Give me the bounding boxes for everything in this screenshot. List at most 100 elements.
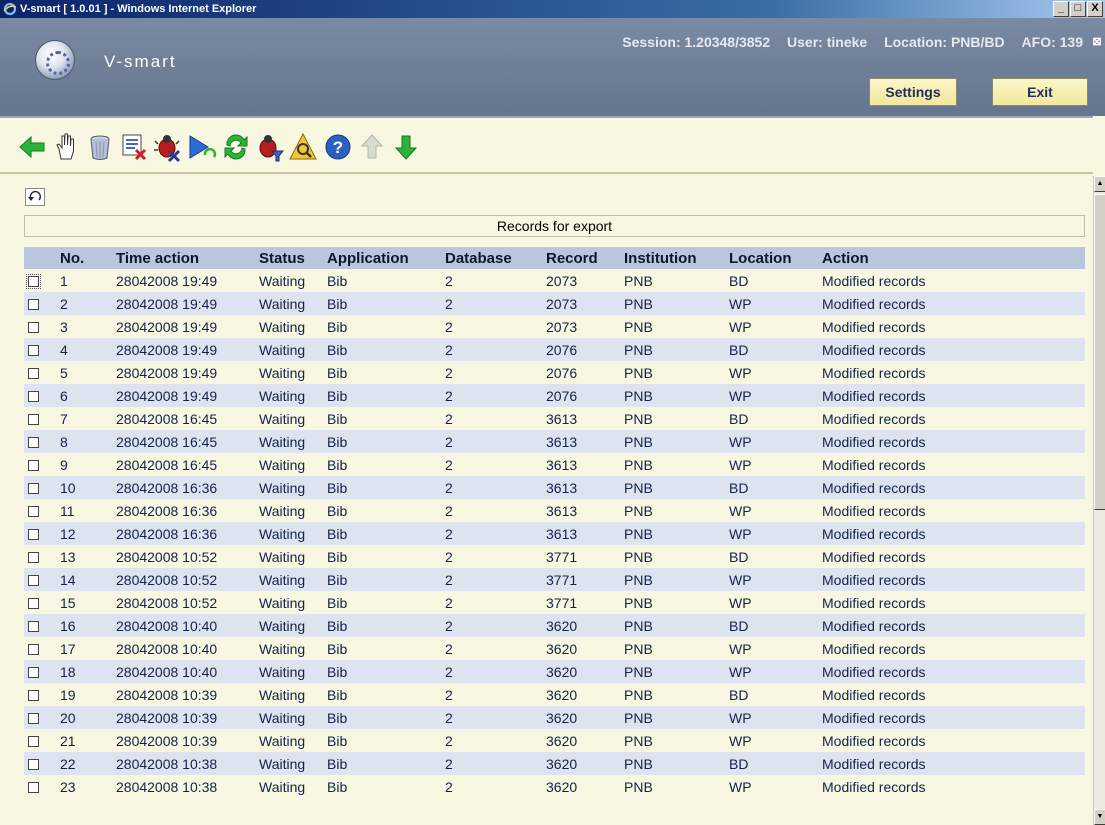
play-refresh-icon[interactable] — [187, 131, 217, 163]
row-checkbox[interactable] — [28, 575, 39, 587]
table-row[interactable]: 8 28042008 16:45 Waiting Bib 2 3613 PNB WP Modif… — [24, 430, 1085, 453]
row-status: Waiting — [255, 315, 323, 338]
table-row[interactable]: 18 28042008 10:40 Waiting Bib 2 3620 PNB WP Modi… — [24, 660, 1085, 683]
row-application: Bib — [323, 315, 441, 338]
row-record: 3771 — [542, 568, 620, 591]
row-checkbox[interactable] — [28, 759, 39, 771]
bug-delete-icon[interactable] — [153, 131, 183, 163]
table-row[interactable]: 19 28042008 10:39 Waiting Bib 2 3620 PNB BD Modi… — [24, 683, 1085, 706]
row-checkbox[interactable] — [28, 391, 39, 403]
row-checkbox[interactable] — [28, 483, 39, 495]
table-row[interactable]: 6 28042008 19:49 Waiting Bib 2 2076 PNB WP Modif… — [24, 384, 1085, 407]
exit-button[interactable]: Exit — [992, 78, 1088, 106]
table-row[interactable]: 11 28042008 16:36 Waiting Bib 2 3613 PNB WP Modi… — [24, 499, 1085, 522]
table-row[interactable]: 2 28042008 19:49 Waiting Bib 2 2073 PNB WP Modif… — [24, 292, 1085, 315]
table-row[interactable]: 13 28042008 10:52 Waiting Bib 2 3771 PNB BD Modi… — [24, 545, 1085, 568]
toolbar-icons: ? — [17, 131, 447, 169]
row-status: Waiting — [255, 269, 323, 292]
back-arrow-icon[interactable] — [17, 131, 47, 163]
row-location: BD — [725, 338, 818, 361]
row-checkbox[interactable] — [28, 736, 39, 748]
bug-filter-icon[interactable] — [255, 131, 285, 163]
row-select-cell — [24, 637, 56, 660]
table-row[interactable]: 15 28042008 10:52 Waiting Bib 2 3771 PNB WP Modi… — [24, 591, 1085, 614]
table-row[interactable]: 4 28042008 19:49 Waiting Bib 2 2076 PNB BD Modif… — [24, 338, 1085, 361]
row-institution: PNB — [620, 729, 725, 752]
undo-button[interactable] — [25, 188, 45, 206]
table-row[interactable]: 9 28042008 16:45 Waiting Bib 2 3613 PNB WP Modif… — [24, 453, 1085, 476]
row-checkbox[interactable] — [28, 299, 39, 311]
hand-select-icon[interactable] — [51, 131, 81, 163]
row-checkbox[interactable] — [28, 345, 39, 357]
scroll-thumb[interactable] — [1094, 194, 1105, 510]
row-checkbox[interactable] — [28, 506, 39, 518]
scroll-down-icon[interactable]: ▼ — [1094, 809, 1105, 825]
refresh-icon[interactable] — [221, 131, 251, 163]
row-action: Modified records — [818, 545, 1085, 568]
table-row[interactable]: 17 28042008 10:40 Waiting Bib 2 3620 PNB WP Modi… — [24, 637, 1085, 660]
up-arrow-icon[interactable] — [357, 131, 387, 163]
row-database: 2 — [441, 315, 542, 338]
table-row[interactable]: 3 28042008 19:49 Waiting Bib 2 2073 PNB WP Modif… — [24, 315, 1085, 338]
row-checkbox[interactable] — [28, 437, 39, 449]
row-institution: PNB — [620, 315, 725, 338]
row-time: 28042008 16:45 — [112, 407, 255, 430]
row-checkbox[interactable] — [28, 322, 39, 334]
search-warning-icon[interactable] — [289, 131, 319, 163]
row-time: 28042008 10:39 — [112, 683, 255, 706]
row-select-cell — [24, 499, 56, 522]
maximize-button[interactable]: □ — [1070, 1, 1086, 17]
minimize-button[interactable]: _ — [1053, 1, 1069, 17]
row-checkbox[interactable] — [28, 644, 39, 656]
row-no: 5 — [56, 361, 112, 384]
row-select-cell — [24, 522, 56, 545]
table-row[interactable]: 14 28042008 10:52 Waiting Bib 2 3771 PNB WP Modi… — [24, 568, 1085, 591]
down-arrow-icon[interactable] — [391, 131, 421, 163]
row-time: 28042008 16:36 — [112, 522, 255, 545]
scroll-up-icon[interactable]: ▲ — [1094, 176, 1105, 192]
delete-list-icon[interactable] — [119, 131, 149, 163]
row-no: 3 — [56, 315, 112, 338]
table-row[interactable]: 23 28042008 10:38 Waiting Bib 2 3620 PNB WP Modi… — [24, 775, 1085, 798]
row-checkbox[interactable] — [28, 598, 39, 610]
row-database: 2 — [441, 660, 542, 683]
settings-button[interactable]: Settings — [869, 78, 957, 106]
close-window-button[interactable]: X — [1087, 1, 1103, 17]
table-row[interactable]: 16 28042008 10:40 Waiting Bib 2 3620 PNB BD Modi… — [24, 614, 1085, 637]
help-icon[interactable]: ? — [323, 131, 353, 163]
row-checkbox[interactable] — [28, 414, 39, 426]
header-close-icon[interactable]: ⊠ — [1091, 36, 1103, 48]
table-row[interactable]: 21 28042008 10:39 Waiting Bib 2 3620 PNB WP Modi… — [24, 729, 1085, 752]
row-no: 6 — [56, 384, 112, 407]
row-time: 28042008 10:39 — [112, 706, 255, 729]
row-action: Modified records — [818, 775, 1085, 798]
table-row[interactable]: 7 28042008 16:45 Waiting Bib 2 3613 PNB BD Modif… — [24, 407, 1085, 430]
row-institution: PNB — [620, 660, 725, 683]
table-row[interactable]: 20 28042008 10:39 Waiting Bib 2 3620 PNB WP Modi… — [24, 706, 1085, 729]
row-no: 21 — [56, 729, 112, 752]
table-row[interactable]: 12 28042008 16:36 Waiting Bib 2 3613 PNB WP Modi… — [24, 522, 1085, 545]
table-row[interactable]: 5 28042008 19:49 Waiting Bib 2 2076 PNB WP Modif… — [24, 361, 1085, 384]
row-checkbox[interactable] — [28, 690, 39, 702]
table-row[interactable]: 10 28042008 16:36 Waiting Bib 2 3613 PNB BD Modi… — [24, 476, 1085, 499]
row-checkbox[interactable] — [28, 782, 39, 794]
row-action: Modified records — [818, 660, 1085, 683]
row-checkbox[interactable] — [26, 274, 41, 290]
table-row[interactable]: 1 28042008 19:49 Waiting Bib 2 2073 PNB BD Modif… — [24, 269, 1085, 292]
row-checkbox[interactable] — [28, 552, 39, 564]
row-status: Waiting — [255, 752, 323, 775]
row-record: 3613 — [542, 499, 620, 522]
row-no: 2 — [56, 292, 112, 315]
table-row[interactable]: 22 28042008 10:38 Waiting Bib 2 3620 PNB BD Modi… — [24, 752, 1085, 775]
row-checkbox[interactable] — [28, 667, 39, 679]
row-checkbox[interactable] — [28, 529, 39, 541]
logo-text: V-smart — [104, 52, 177, 71]
main-content: Records for export No. Time action Statu… — [0, 176, 1093, 825]
trash-icon[interactable] — [85, 131, 115, 163]
row-checkbox[interactable] — [28, 460, 39, 472]
row-checkbox[interactable] — [28, 713, 39, 725]
row-checkbox[interactable] — [28, 621, 39, 633]
row-location: WP — [725, 292, 818, 315]
row-checkbox[interactable] — [28, 368, 39, 380]
vertical-scrollbar[interactable]: ▲ ▼ — [1093, 176, 1105, 825]
